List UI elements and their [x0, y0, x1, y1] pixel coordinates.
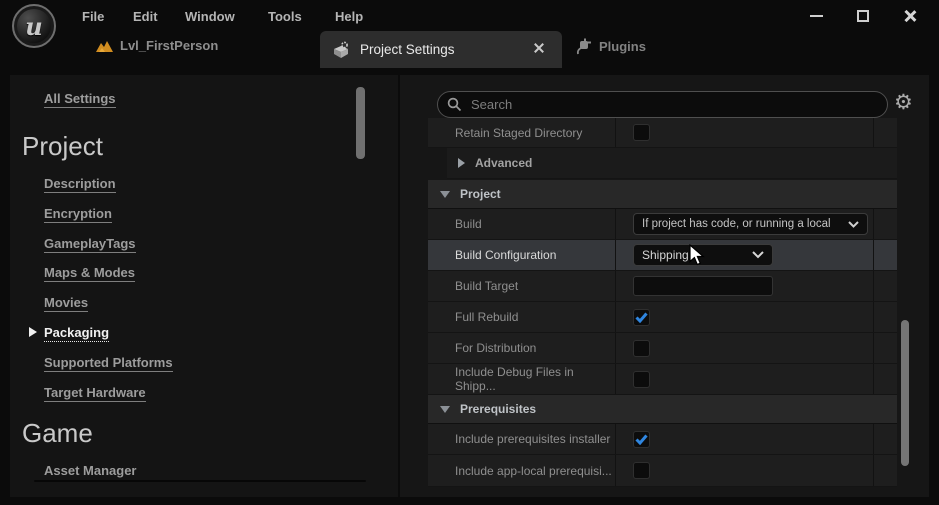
chevron-down-icon — [848, 221, 859, 228]
category-label: Project — [460, 187, 501, 201]
sidebar-item-encryption[interactable]: Encryption — [44, 206, 112, 223]
setting-row-build-configuration[interactable]: Build Configuration Shipping — [428, 240, 897, 271]
tab-plugins-label: Plugins — [599, 39, 646, 54]
advanced-expander-row[interactable]: Advanced — [447, 148, 897, 179]
full-rebuild-checkbox[interactable] — [633, 309, 650, 326]
setting-label: Build Configuration — [428, 240, 616, 270]
unreal-engine-logo-icon: u — [12, 4, 56, 48]
retain-staged-checkbox[interactable] — [633, 124, 650, 141]
build-dropdown-value: If project has code, or running a local — [642, 218, 831, 230]
collapse-arrow-icon — [440, 191, 450, 198]
setting-row-include-prerequisites-installer: Include prerequisites installer — [428, 424, 897, 455]
tab-project-settings-label: Project Settings — [360, 42, 455, 57]
sidebar-item-packaging[interactable]: Packaging — [44, 325, 109, 342]
settings-gear-icon[interactable]: ⚙ — [894, 92, 913, 113]
build-target-input[interactable] — [633, 276, 773, 296]
tab-level[interactable]: Lvl_FirstPerson — [96, 38, 218, 53]
build-dropdown[interactable]: If project has code, or running a local — [633, 213, 868, 235]
menu-edit[interactable]: Edit — [133, 9, 158, 24]
category-header-project[interactable]: Project — [428, 180, 897, 209]
tab-plugins[interactable]: Plugins — [575, 38, 646, 55]
sidebar-item-movies[interactable]: Movies — [44, 295, 88, 312]
expander-arrow-icon — [458, 158, 465, 168]
settings-table: Retain Staged Directory Advanced Project… — [428, 118, 897, 487]
tab-level-label: Lvl_FirstPerson — [120, 38, 218, 53]
sidebar-divider — [34, 480, 366, 482]
level-icon — [96, 39, 113, 53]
plugins-icon — [575, 38, 591, 55]
setting-row-include-debug-files: Include Debug Files in Shipp... — [428, 364, 897, 395]
sidebar-scrollbar-thumb[interactable] — [356, 87, 365, 159]
tab-project-settings[interactable]: Project Settings — [320, 31, 562, 68]
setting-row-build-target: Build Target — [428, 271, 897, 302]
selected-item-arrow-icon — [29, 327, 37, 337]
setting-label: Build — [428, 209, 616, 239]
setting-row-for-distribution: For Distribution — [428, 333, 897, 364]
setting-label: Retain Staged Directory — [428, 118, 616, 147]
build-configuration-value: Shipping — [642, 248, 689, 262]
tab-close-button[interactable] — [532, 41, 546, 55]
setting-row-full-rebuild: Full Rebuild — [428, 302, 897, 333]
window-maximize-button[interactable] — [852, 6, 874, 26]
checkmark-icon — [635, 434, 648, 445]
advanced-label: Advanced — [475, 156, 532, 170]
sidebar-item-target-hardware[interactable]: Target Hardware — [44, 385, 146, 402]
search-input[interactable] — [469, 96, 849, 113]
chevron-down-icon — [752, 251, 764, 259]
window-minimize-button[interactable] — [805, 6, 827, 26]
sidebar-heading-project: Project — [22, 131, 103, 162]
sidebar-item-maps-modes[interactable]: Maps & Modes — [44, 265, 135, 282]
menu-file[interactable]: File — [82, 9, 104, 24]
menu-tools[interactable]: Tools — [268, 9, 302, 24]
maximize-icon — [857, 10, 869, 22]
settings-sidebar: All Settings Project Description Encrypt… — [10, 75, 398, 497]
setting-label: Build Target — [428, 271, 616, 301]
setting-row-include-app-local-prerequisites: Include app-local prerequisi... — [428, 455, 897, 487]
category-label: Prerequisites — [460, 402, 536, 416]
window-close-button[interactable] — [899, 6, 921, 26]
sidebar-heading-game: Game — [22, 418, 93, 449]
setting-label: Full Rebuild — [428, 302, 616, 332]
mouse-cursor — [688, 244, 708, 266]
include-debug-files-checkbox[interactable] — [633, 371, 650, 388]
include-app-local-checkbox[interactable] — [633, 462, 650, 479]
setting-label: Include Debug Files in Shipp... — [428, 364, 616, 394]
settings-search[interactable] — [437, 91, 888, 118]
project-settings-icon — [332, 41, 350, 59]
sidebar-item-description[interactable]: Description — [44, 176, 116, 193]
close-icon — [903, 9, 917, 23]
menu-help[interactable]: Help — [335, 9, 363, 24]
setting-label: Include app-local prerequisi... — [428, 455, 616, 486]
checkmark-icon — [635, 312, 648, 323]
search-icon — [447, 97, 462, 112]
minimize-icon — [810, 15, 823, 17]
sidebar-item-all-settings[interactable]: All Settings — [44, 91, 116, 108]
unreal-editor-window: u File Edit Window Tools Help Lvl_FirstP… — [0, 0, 939, 505]
sidebar-item-supported-platforms[interactable]: Supported Platforms — [44, 355, 173, 372]
collapse-arrow-icon — [440, 406, 450, 413]
packaging-settings-panel: ⚙ Retain Staged Directory Advanced Proje… — [400, 75, 929, 497]
for-distribution-checkbox[interactable] — [633, 340, 650, 357]
include-prerequisites-checkbox[interactable] — [633, 431, 650, 448]
setting-row-retain-staged-directory: Retain Staged Directory — [428, 118, 897, 148]
setting-row-build: Build If project has code, or running a … — [428, 209, 897, 240]
category-header-prerequisites[interactable]: Prerequisites — [428, 395, 897, 424]
setting-label: For Distribution — [428, 333, 616, 363]
setting-label: Include prerequisites installer — [428, 424, 616, 454]
settings-scrollbar-thumb[interactable] — [901, 320, 909, 466]
menu-window[interactable]: Window — [185, 9, 235, 24]
sidebar-item-asset-manager[interactable]: Asset Manager — [44, 463, 136, 479]
sidebar-item-gameplaytags[interactable]: GameplayTags — [44, 236, 136, 253]
